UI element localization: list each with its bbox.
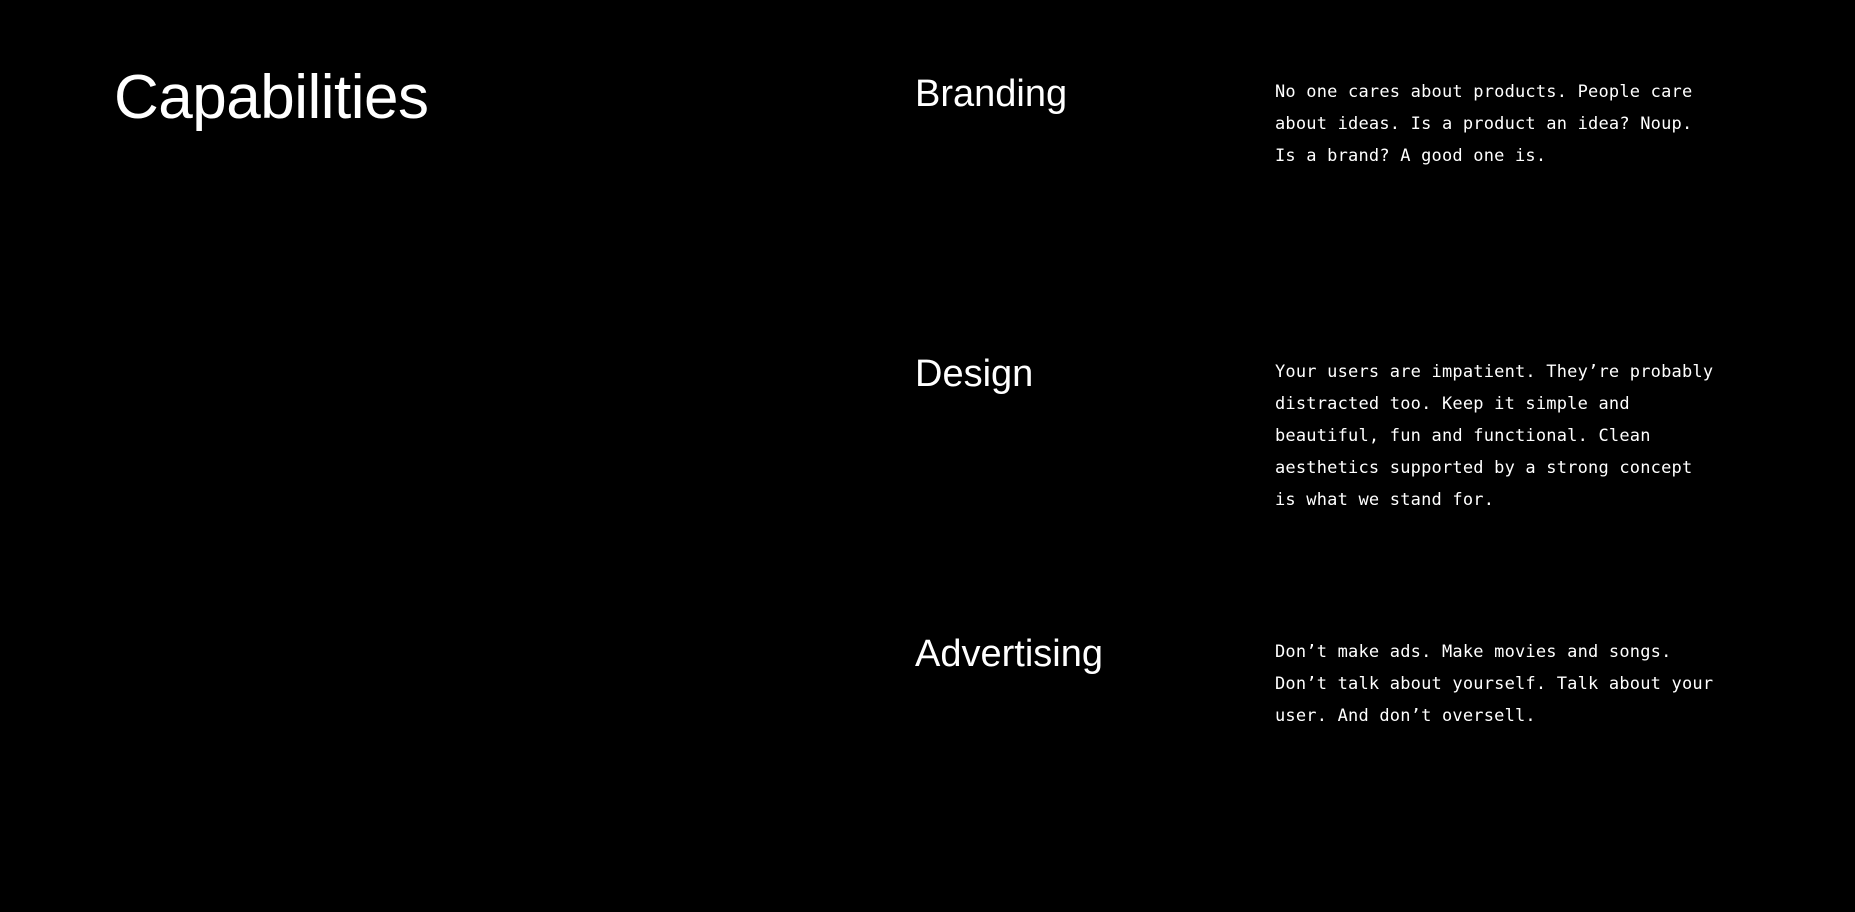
capability-title: Design: [915, 353, 1034, 395]
capabilities-list: Branding No one cares about products. Pe…: [915, 72, 1715, 912]
capability-branding: Branding No one cares about products. Pe…: [915, 72, 1715, 352]
capability-title: Advertising: [915, 633, 1103, 675]
capability-advertising: Advertising Don’t make ads. Make movies …: [915, 632, 1715, 912]
page-title: Capabilities: [114, 63, 429, 132]
capability-description: Your users are impatient. They’re probab…: [1275, 362, 1714, 510]
capability-description: No one cares about products. People care…: [1275, 82, 1693, 166]
capability-title: Branding: [915, 73, 1068, 115]
capability-description: Don’t make ads. Make movies and songs. D…: [1275, 642, 1714, 726]
capability-design: Design Your users are impatient. They’re…: [915, 352, 1715, 632]
